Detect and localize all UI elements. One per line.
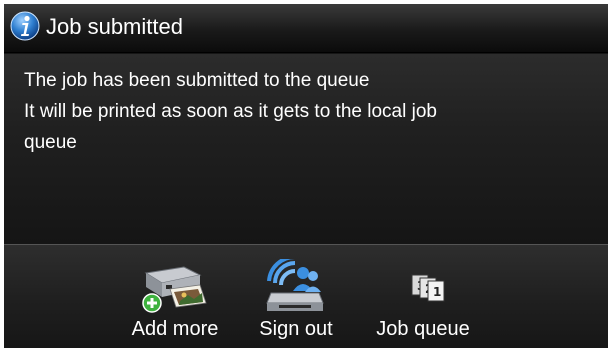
job-queue-icon: 3 2 1 xyxy=(411,274,445,302)
message-line-3: queue xyxy=(24,132,77,153)
svg-text:1: 1 xyxy=(433,285,441,299)
message-line-1: The job has been submitted to the queue xyxy=(24,70,370,91)
job-queue-label: Job queue xyxy=(376,318,470,340)
sign-out-label: Sign out xyxy=(259,318,333,340)
dialog-title: Job submitted xyxy=(46,14,183,39)
message-line-2: It will be printed as soon as it gets to… xyxy=(24,101,437,122)
printer-panel-screen: Job submitted The job has been submitted… xyxy=(4,4,608,348)
add-more-button[interactable]: Add more xyxy=(120,259,230,345)
printer-add-icon xyxy=(142,266,207,313)
message-panel: The job has been submitted to the queue … xyxy=(4,54,608,245)
sign-out-button[interactable]: Sign out xyxy=(246,259,346,345)
sign-out-icon xyxy=(266,259,324,311)
job-queue-button[interactable]: 3 2 1 Job queue xyxy=(364,259,482,345)
action-bar: Add more Sign out 1 Job queue xyxy=(4,245,608,348)
dialog-title-bar: Job submitted xyxy=(4,4,608,53)
add-more-label: Add more xyxy=(131,318,219,340)
info-icon xyxy=(10,11,40,41)
